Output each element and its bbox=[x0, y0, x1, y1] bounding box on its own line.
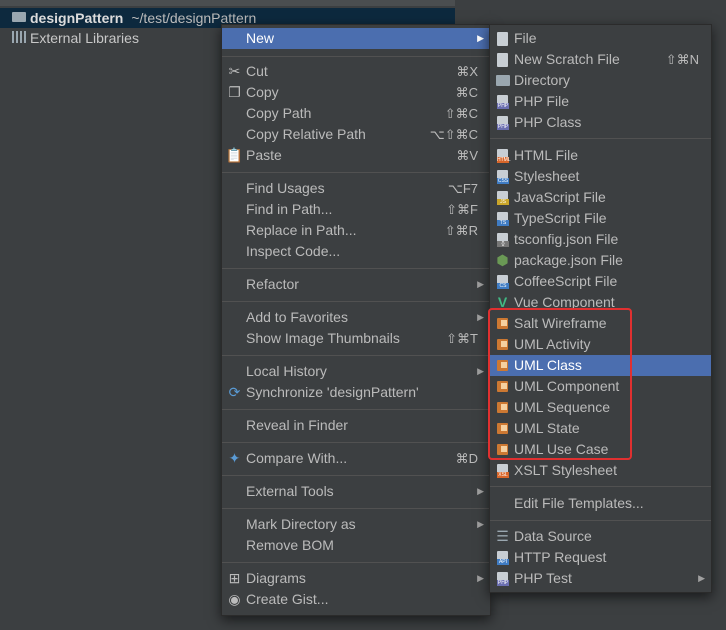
compare-icon: ✦ bbox=[228, 450, 241, 466]
menu-item-show-image-thumbnails[interactable]: Show Image Thumbnails ⇧⌘T bbox=[222, 328, 490, 349]
menu-item-synchronize[interactable]: ⟳ Synchronize 'designPattern' bbox=[222, 382, 490, 403]
php-file-icon: PHP bbox=[497, 94, 509, 109]
php-test-icon: PHP bbox=[497, 571, 509, 586]
submenu-arrow-icon: ▶ bbox=[477, 486, 484, 496]
json-file-icon: {} bbox=[497, 232, 509, 247]
typescript-file-icon: TS bbox=[497, 211, 509, 226]
submenu-item-directory[interactable]: Directory bbox=[490, 70, 711, 91]
menu-separator bbox=[222, 475, 490, 476]
submenu-arrow-icon: ▶ bbox=[698, 573, 705, 583]
menu-item-inspect-code[interactable]: Inspect Code... bbox=[222, 241, 490, 262]
menu-item-compare-with[interactable]: ✦ Compare With... ⌘D bbox=[222, 448, 490, 469]
diagram-icon: ⊞ bbox=[228, 570, 241, 586]
tool-window-header bbox=[0, 0, 455, 6]
npm-icon: ⬢ bbox=[496, 252, 509, 268]
submenu-arrow-icon: ▶ bbox=[477, 573, 484, 583]
submenu-arrow-icon: ▶ bbox=[477, 519, 484, 529]
menu-separator bbox=[222, 562, 490, 563]
submenu-item-edit-file-templates[interactable]: Edit File Templates... bbox=[490, 493, 711, 514]
uml-items-highlight-box bbox=[488, 308, 632, 460]
paste-icon: 📋 bbox=[225, 147, 244, 163]
submenu-item-javascript-file[interactable]: JS JavaScript File bbox=[490, 187, 711, 208]
http-file-icon: API bbox=[497, 550, 509, 565]
menu-item-copy-relative-path[interactable]: Copy Relative Path ⌥⇧⌘C bbox=[222, 124, 490, 145]
submenu-item-php-test[interactable]: PHP PHP Test ▶ bbox=[490, 568, 711, 589]
menu-separator bbox=[490, 486, 711, 487]
menu-item-external-tools[interactable]: External Tools ▶ bbox=[222, 481, 490, 502]
menu-item-diagrams[interactable]: ⊞ Diagrams ▶ bbox=[222, 568, 490, 589]
submenu-item-html-file[interactable]: HTML HTML File bbox=[490, 145, 711, 166]
submenu-item-tsconfig-json-file[interactable]: {} tsconfig.json File bbox=[490, 229, 711, 250]
menu-item-replace-in-path[interactable]: Replace in Path... ⇧⌘R bbox=[222, 220, 490, 241]
menu-item-mark-directory-as[interactable]: Mark Directory as ▶ bbox=[222, 514, 490, 535]
copy-icon: ❐ bbox=[228, 84, 241, 100]
submenu-item-package-json-file[interactable]: ⬢ package.json File bbox=[490, 250, 711, 271]
menu-separator bbox=[490, 520, 711, 521]
folder-icon bbox=[12, 12, 26, 22]
menu-item-add-to-favorites[interactable]: Add to Favorites ▶ bbox=[222, 307, 490, 328]
coffeescript-file-icon: CS bbox=[497, 274, 509, 289]
menu-separator bbox=[222, 355, 490, 356]
scissors-icon: ✂ bbox=[228, 63, 241, 79]
menu-item-cut[interactable]: ✂ Cut ⌘X bbox=[222, 61, 490, 82]
menu-item-create-gist[interactable]: ◉ Create Gist... bbox=[222, 589, 490, 610]
submenu-item-http-request[interactable]: API HTTP Request bbox=[490, 547, 711, 568]
menu-separator bbox=[490, 138, 711, 139]
submenu-item-xslt-stylesheet[interactable]: XSL XSLT Stylesheet bbox=[490, 460, 711, 481]
menu-item-local-history[interactable]: Local History ▶ bbox=[222, 361, 490, 382]
project-root-name: designPattern bbox=[30, 10, 124, 26]
submenu-item-php-class[interactable]: PHP PHP Class bbox=[490, 112, 711, 133]
html-file-icon: HTML bbox=[497, 148, 511, 163]
menu-item-copy-path[interactable]: Copy Path ⇧⌘C bbox=[222, 103, 490, 124]
menu-separator bbox=[222, 442, 490, 443]
menu-separator bbox=[222, 56, 490, 57]
submenu-item-typescript-file[interactable]: TS TypeScript File bbox=[490, 208, 711, 229]
submenu-arrow-icon: ▶ bbox=[477, 366, 484, 376]
file-icon bbox=[497, 31, 508, 46]
submenu-arrow-icon: ▶ bbox=[477, 279, 484, 289]
menu-item-remove-bom[interactable]: Remove BOM bbox=[222, 535, 490, 556]
menu-item-find-in-path[interactable]: Find in Path... ⇧⌘F bbox=[222, 199, 490, 220]
menu-item-reveal-in-finder[interactable]: Reveal in Finder bbox=[222, 415, 490, 436]
external-libraries-label: External Libraries bbox=[30, 30, 139, 46]
php-class-icon: PHP bbox=[497, 115, 509, 130]
libraries-icon bbox=[12, 31, 27, 43]
menu-separator bbox=[222, 301, 490, 302]
folder-icon bbox=[495, 75, 510, 86]
context-menu: New ▶ ✂ Cut ⌘X ❐ Copy ⌘C Copy Path ⇧⌘C C… bbox=[221, 24, 491, 616]
submenu-arrow-icon: ▶ bbox=[477, 312, 484, 322]
javascript-file-icon: JS bbox=[497, 190, 509, 205]
menu-separator bbox=[222, 409, 490, 410]
github-icon: ◉ bbox=[228, 591, 241, 607]
submenu-arrow-icon: ▶ bbox=[477, 33, 484, 43]
menu-item-paste[interactable]: 📋 Paste ⌘V bbox=[222, 145, 490, 166]
menu-separator bbox=[222, 268, 490, 269]
css-file-icon: CSS bbox=[497, 169, 509, 184]
menu-item-copy[interactable]: ❐ Copy ⌘C bbox=[222, 82, 490, 103]
submenu-item-php-file[interactable]: PHP PHP File bbox=[490, 91, 711, 112]
submenu-item-data-source[interactable]: ☰ Data Source bbox=[490, 526, 711, 547]
submenu-item-coffeescript-file[interactable]: CS CoffeeScript File bbox=[490, 271, 711, 292]
scratch-file-icon bbox=[497, 52, 508, 67]
database-icon: ☰ bbox=[496, 528, 509, 544]
menu-item-refactor[interactable]: Refactor ▶ bbox=[222, 274, 490, 295]
submenu-item-file[interactable]: File bbox=[490, 28, 711, 49]
sync-icon: ⟳ bbox=[228, 384, 241, 400]
xslt-file-icon: XSL bbox=[497, 463, 509, 478]
menu-item-find-usages[interactable]: Find Usages ⌥F7 bbox=[222, 178, 490, 199]
submenu-item-stylesheet[interactable]: CSS Stylesheet bbox=[490, 166, 711, 187]
menu-separator bbox=[222, 172, 490, 173]
menu-item-new[interactable]: New ▶ bbox=[222, 28, 490, 49]
menu-separator bbox=[222, 508, 490, 509]
submenu-item-new-scratch-file[interactable]: New Scratch File ⇧⌘N bbox=[490, 49, 711, 70]
